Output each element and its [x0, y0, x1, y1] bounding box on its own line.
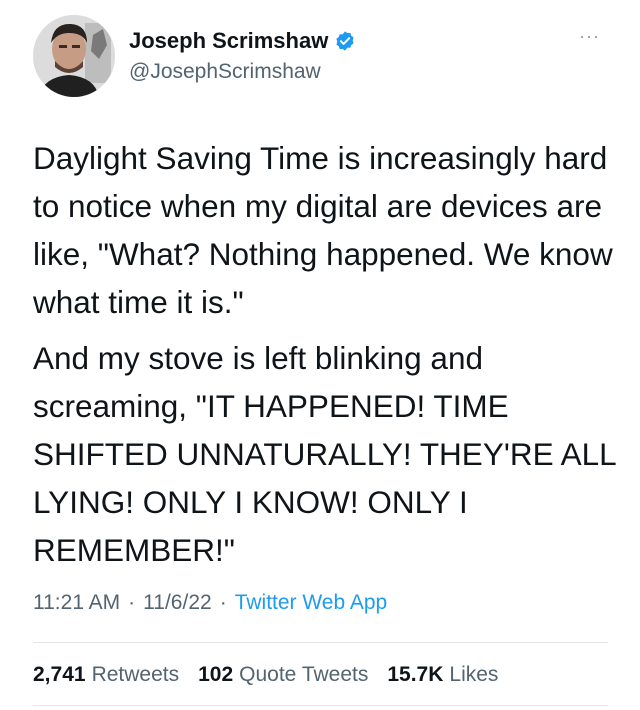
tweet-date[interactable]: 11/6/22 — [143, 591, 212, 614]
tweet-meta: 11:21 AM · 11/6/22 · Twitter Web App — [33, 588, 387, 618]
divider — [33, 705, 608, 706]
quote-tweets-label: Quote Tweets — [239, 663, 369, 686]
tweet-time[interactable]: 11:21 AM — [33, 591, 120, 614]
likes-stat[interactable]: 15.7K Likes — [387, 660, 498, 690]
quote-tweets-count: 102 — [198, 663, 234, 686]
more-dots-icon[interactable]: ··· — [579, 26, 600, 47]
tweet-paragraph: Daylight Saving Time is increasingly har… — [33, 140, 613, 320]
author-name-row: Joseph Scrimshaw — [129, 26, 356, 56]
likes-count: 15.7K — [387, 663, 444, 686]
tweet-stats: 2,741 Retweets 102 Quote Tweets 15.7K Likes — [33, 660, 517, 690]
tweet-text: Daylight Saving Time is increasingly har… — [33, 134, 618, 574]
retweets-count: 2,741 — [33, 663, 86, 686]
author-info: Joseph Scrimshaw @JosephScrimshaw — [129, 26, 356, 87]
verified-badge-icon — [334, 30, 356, 52]
tweet-paragraph: And my stove is left blinking and scream… — [33, 340, 616, 568]
divider — [33, 642, 608, 643]
avatar[interactable] — [33, 15, 115, 97]
author-display-name[interactable]: Joseph Scrimshaw — [129, 26, 328, 56]
tweet-source-link[interactable]: Twitter Web App — [235, 591, 388, 614]
tweet-card: Joseph Scrimshaw @JosephScrimshaw ··· Da… — [0, 0, 640, 710]
meta-separator: · — [128, 591, 136, 614]
quote-tweets-stat[interactable]: 102 Quote Tweets — [198, 660, 368, 690]
likes-label: Likes — [449, 663, 499, 686]
retweets-label: Retweets — [91, 663, 180, 686]
avatar-photo — [33, 15, 115, 97]
author-handle[interactable]: @JosephScrimshaw — [129, 57, 356, 87]
retweets-stat[interactable]: 2,741 Retweets — [33, 660, 179, 690]
meta-separator: · — [219, 591, 227, 614]
